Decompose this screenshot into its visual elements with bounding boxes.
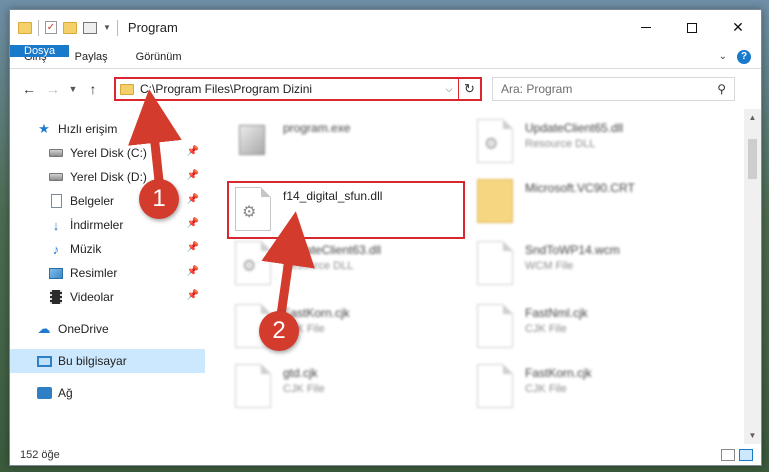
arrow-to-dll-file (261, 211, 315, 323)
annotation-arrows (128, 89, 315, 323)
step-badge-1: 1 (139, 179, 179, 219)
step-badge-2: 2 (259, 311, 299, 351)
